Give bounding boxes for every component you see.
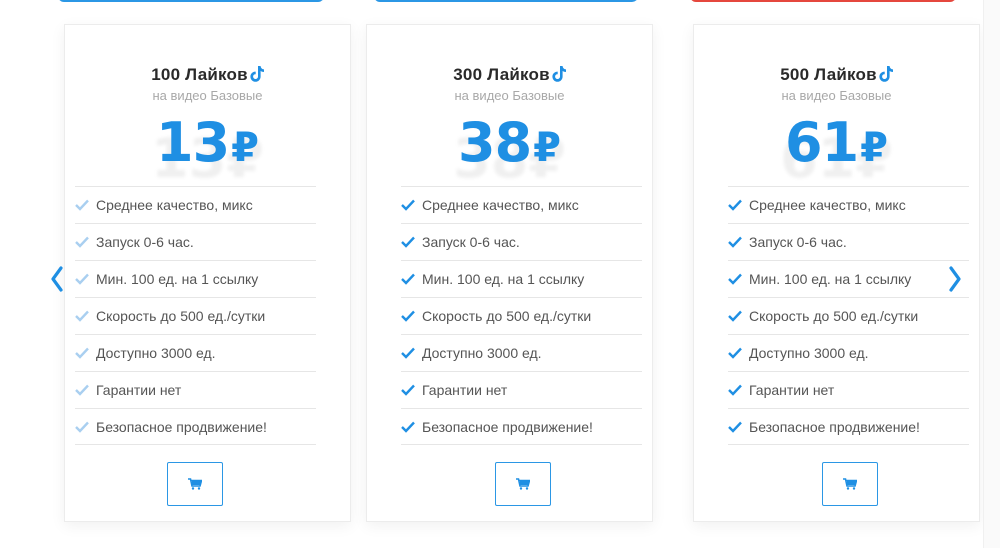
feature-item: Скорость до 500 ед./сутки [401,297,642,334]
pricing-card-1: 100 Лайков на видео Базовые 13₽ 13₽ Сред… [64,24,351,522]
feature-item: Скорость до 500 ед./сутки [728,297,969,334]
price: 13₽ 13₽ [65,111,350,190]
price-value: 61 [785,111,859,174]
feature-list: Среднее качество, микс Запуск 0-6 час. М… [75,186,316,445]
feature-item: Скорость до 500 ед./сутки [75,297,316,334]
cart-icon [516,478,530,490]
feature-item: Доступно 3000 ед. [728,334,969,371]
feature-item: Безопасное продвижение! [728,408,969,445]
page-scroll-edge [983,0,1000,548]
feature-list: Среднее качество, микс Запуск 0-6 час. М… [728,186,969,445]
feature-list: Среднее качество, микс Запуск 0-6 час. М… [401,186,642,445]
feature-item: Среднее качество, микс [75,186,316,223]
tiktok-icon [552,66,566,82]
feature-item: Запуск 0-6 час. [728,223,969,260]
card-subtitle: на видео Базовые [454,88,565,103]
price-currency: ₽ [533,125,561,171]
card-title-text: 500 Лайков [780,65,877,84]
price-currency: ₽ [860,125,888,171]
check-icon [401,273,415,285]
check-icon [401,421,415,433]
check-icon [728,236,742,248]
add-to-cart-button[interactable] [167,462,223,506]
feature-item: Доступно 3000 ед. [401,334,642,371]
check-icon [75,310,89,322]
check-icon [728,421,742,433]
check-icon [401,347,415,359]
feature-item: Среднее качество, микс [728,186,969,223]
feature-item: Запуск 0-6 час. [401,223,642,260]
feature-item: Гарантии нет [401,371,642,408]
cart-icon [188,478,202,490]
chevron-right-icon [949,266,961,292]
check-icon [728,199,742,211]
check-icon [75,236,89,248]
price-value: 38 [458,111,532,174]
top-button-middle[interactable] [374,0,638,2]
feature-item: Запуск 0-6 час. [75,223,316,260]
check-icon [728,384,742,396]
feature-item: Гарантии нет [728,371,969,408]
feature-item: Доступно 3000 ед. [75,334,316,371]
feature-item: Безопасное продвижение! [401,408,642,445]
top-button-right[interactable] [690,0,956,2]
card-subtitle: на видео Базовые [781,88,892,103]
check-icon [728,273,742,285]
feature-item: Гарантии нет [75,371,316,408]
add-to-cart-button[interactable] [822,462,878,506]
feature-item: Мин. 100 ед. на 1 ссылку [728,260,969,297]
check-icon [75,421,89,433]
carousel-prev-button[interactable] [48,262,66,296]
card-title-text: 100 Лайков [151,65,248,84]
check-icon [401,384,415,396]
check-icon [728,347,742,359]
price-currency: ₽ [231,125,259,171]
price: 61₽ 61₽ [694,111,979,190]
check-icon [401,199,415,211]
check-icon [75,347,89,359]
pricing-card-2: 300 Лайков на видео Базовые 38₽ 38₽ Сред… [366,24,653,522]
top-button-left[interactable] [58,0,324,2]
tiktok-icon [250,66,264,82]
check-icon [401,310,415,322]
pricing-carousel: 100 Лайков на видео Базовые 13₽ 13₽ Сред… [0,0,1000,548]
chevron-left-icon [51,266,63,292]
feature-item: Среднее качество, микс [401,186,642,223]
feature-item: Мин. 100 ед. на 1 ссылку [401,260,642,297]
check-icon [75,273,89,285]
card-title-text: 300 Лайков [453,65,550,84]
feature-item: Мин. 100 ед. на 1 ссылку [75,260,316,297]
card-title: 500 Лайков [694,65,979,85]
carousel-next-button[interactable] [946,262,964,296]
feature-item: Безопасное продвижение! [75,408,316,445]
check-icon [75,384,89,396]
pricing-card-3: 500 Лайков на видео Базовые 61₽ 61₽ Сред… [693,24,980,522]
check-icon [75,199,89,211]
card-title: 100 Лайков [65,65,350,85]
add-to-cart-button[interactable] [495,462,551,506]
card-title: 300 Лайков [367,65,652,85]
check-icon [728,310,742,322]
tiktok-icon [879,66,893,82]
check-icon [401,236,415,248]
card-subtitle: на видео Базовые [152,88,263,103]
price: 38₽ 38₽ [367,111,652,190]
price-value: 13 [156,111,230,174]
cart-icon [843,478,857,490]
